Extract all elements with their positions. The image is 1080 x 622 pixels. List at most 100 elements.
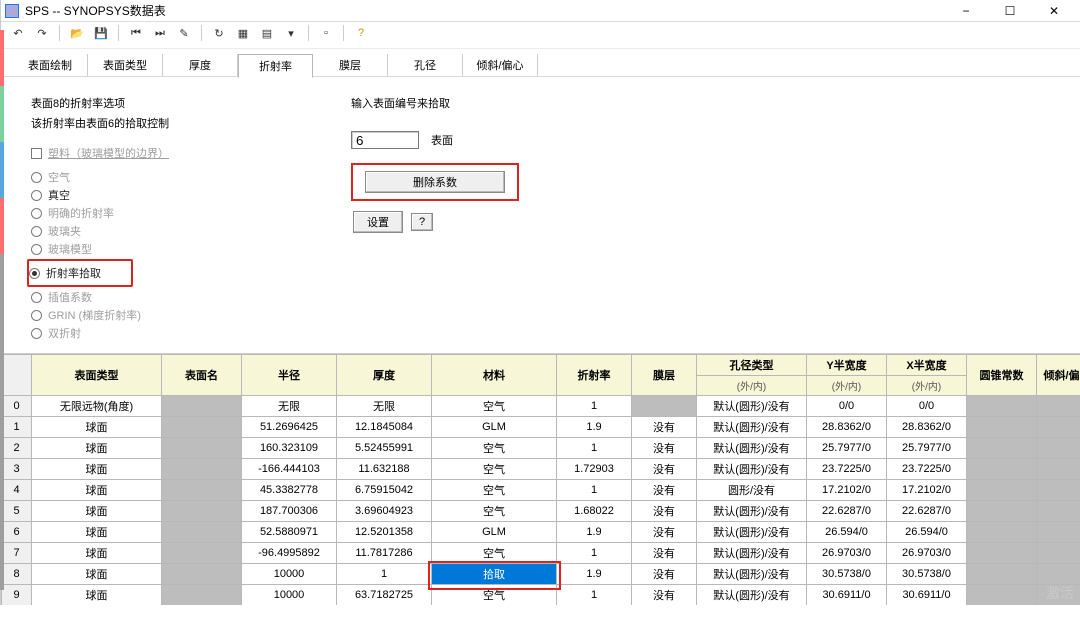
tab-thickness[interactable]: 厚度 <box>163 54 238 76</box>
radio-biref[interactable] <box>31 328 42 339</box>
cell-name[interactable] <box>162 522 242 543</box>
minimize-button[interactable]: − <box>944 1 988 21</box>
cell-index[interactable]: 1 <box>557 543 632 564</box>
cell-type[interactable]: 球面 <box>32 438 162 459</box>
cell-conic[interactable] <box>967 438 1037 459</box>
cell-mat[interactable]: 拾取 <box>432 564 557 585</box>
row-number[interactable]: 3 <box>2 459 32 480</box>
cell-aperture[interactable]: 默认(圆形)/没有 <box>697 501 807 522</box>
cell-type[interactable]: 球面 <box>32 417 162 438</box>
table-row[interactable]: 7球面-96.499589211.7817286空气1没有默认(圆形)/没有26… <box>2 543 1080 564</box>
cell-conic[interactable] <box>967 396 1037 417</box>
cell-radius[interactable]: 10000 <box>242 564 337 585</box>
cell-xhw[interactable]: 28.8362/0 <box>887 417 967 438</box>
cell-aperture[interactable]: 默认(圆形)/没有 <box>697 438 807 459</box>
cell-name[interactable] <box>162 564 242 585</box>
row-number[interactable]: 4 <box>2 480 32 501</box>
cell-name[interactable] <box>162 459 242 480</box>
cell-coat[interactable]: 没有 <box>632 585 697 606</box>
cell-thick[interactable]: 12.5201358 <box>337 522 432 543</box>
cell-radius[interactable]: 52.5880971 <box>242 522 337 543</box>
cell-aperture[interactable]: 默认(圆形)/没有 <box>697 396 807 417</box>
cell-tilt[interactable] <box>1037 459 1080 480</box>
radio-explicit[interactable] <box>31 208 42 219</box>
cell-type[interactable]: 球面 <box>32 564 162 585</box>
cell-name[interactable] <box>162 543 242 564</box>
help-icon[interactable]: ? <box>352 24 370 42</box>
cell-aperture[interactable]: 默认(圆形)/没有 <box>697 417 807 438</box>
cell-mat[interactable]: 空气 <box>432 459 557 480</box>
table-row[interactable]: 4球面45.33827786.75915042空气1没有圆形/没有17.2102… <box>2 480 1080 501</box>
grid-icon[interactable]: ▦ <box>234 24 252 42</box>
cell-thick[interactable]: 12.1845084 <box>337 417 432 438</box>
cell-tilt[interactable] <box>1037 522 1080 543</box>
cell-aperture[interactable]: 默认(圆形)/没有 <box>697 459 807 480</box>
cell-index[interactable]: 1.9 <box>557 522 632 543</box>
table-row[interactable]: 8球面100001拾取1.9没有默认(圆形)/没有30.5738/030.573… <box>2 564 1080 585</box>
cell-mat[interactable]: GLM <box>432 522 557 543</box>
cell-type[interactable]: 球面 <box>32 459 162 480</box>
col-mat[interactable]: 材料 <box>432 355 557 396</box>
table-row[interactable]: 5球面187.7003063.69604923空气1.68022没有默认(圆形)… <box>2 501 1080 522</box>
cell-thick[interactable]: 11.7817286 <box>337 543 432 564</box>
cell-coat[interactable]: 没有 <box>632 564 697 585</box>
cell-xhw[interactable]: 30.6911/0 <box>887 585 967 606</box>
cell-index[interactable]: 1.72903 <box>557 459 632 480</box>
cell-yhw[interactable]: 25.7977/0 <box>807 438 887 459</box>
cell-xhw[interactable]: 26.594/0 <box>887 522 967 543</box>
cell-coat[interactable]: 没有 <box>632 501 697 522</box>
cell-tilt[interactable] <box>1037 480 1080 501</box>
cell-type[interactable]: 球面 <box>32 501 162 522</box>
cell-aperture[interactable]: 默认(圆形)/没有 <box>697 564 807 585</box>
col-tilt[interactable]: 倾斜/偏 <box>1037 355 1080 396</box>
new-icon[interactable]: ▫ <box>317 24 335 42</box>
cell-radius[interactable]: 无限 <box>242 396 337 417</box>
radio-grin[interactable] <box>31 310 42 321</box>
cell-mat[interactable]: 空气 <box>432 543 557 564</box>
cell-xhw[interactable]: 26.9703/0 <box>887 543 967 564</box>
radio-interp[interactable] <box>31 292 42 303</box>
cell-index[interactable]: 1.9 <box>557 417 632 438</box>
cell-xhw[interactable]: 0/0 <box>887 396 967 417</box>
col-index[interactable]: 折射率 <box>557 355 632 396</box>
refresh-icon[interactable]: ↻ <box>210 24 228 42</box>
cell-thick[interactable]: 11.632188 <box>337 459 432 480</box>
cell-name[interactable] <box>162 396 242 417</box>
cell-conic[interactable] <box>967 480 1037 501</box>
cell-index[interactable]: 1.9 <box>557 564 632 585</box>
cell-radius[interactable]: -96.4995892 <box>242 543 337 564</box>
cell-thick[interactable]: 63.7182725 <box>337 585 432 606</box>
cell-coat[interactable]: 没有 <box>632 480 697 501</box>
row-number[interactable]: 1 <box>2 417 32 438</box>
cell-name[interactable] <box>162 438 242 459</box>
cell-xhw[interactable]: 22.6287/0 <box>887 501 967 522</box>
row-number[interactable]: 7 <box>2 543 32 564</box>
cell-coat[interactable] <box>632 396 697 417</box>
cell-coat[interactable]: 没有 <box>632 543 697 564</box>
cell-mat[interactable]: 空气 <box>432 438 557 459</box>
caret-down-icon[interactable]: ▾ <box>282 24 300 42</box>
table-row[interactable]: 6球面52.588097112.5201358GLM1.9没有默认(圆形)/没有… <box>2 522 1080 543</box>
surface-number-input[interactable] <box>351 131 419 149</box>
cell-conic[interactable] <box>967 417 1037 438</box>
cell-type[interactable]: 球面 <box>32 522 162 543</box>
cell-name[interactable] <box>162 501 242 522</box>
col-coat[interactable]: 膜层 <box>632 355 697 396</box>
cell-conic[interactable] <box>967 522 1037 543</box>
cell-coat[interactable]: 没有 <box>632 522 697 543</box>
col-name[interactable]: 表面名 <box>162 355 242 396</box>
first-icon[interactable]: ⏮ <box>127 24 145 42</box>
radio-vacuum[interactable] <box>31 190 42 201</box>
help-button[interactable]: ? <box>411 213 433 231</box>
cell-aperture[interactable]: 圆形/没有 <box>697 480 807 501</box>
cell-coat[interactable]: 没有 <box>632 438 697 459</box>
cell-tilt[interactable] <box>1037 564 1080 585</box>
cell-type[interactable]: 球面 <box>32 543 162 564</box>
cell-thick[interactable]: 无限 <box>337 396 432 417</box>
cell-conic[interactable] <box>967 459 1037 480</box>
row-number[interactable]: 9 <box>2 585 32 606</box>
cell-tilt[interactable] <box>1037 438 1080 459</box>
cell-radius[interactable]: -166.444103 <box>242 459 337 480</box>
col-yhw[interactable]: Y半宽度 <box>807 355 887 376</box>
table-row[interactable]: 2球面160.3231095.52455991空气1没有默认(圆形)/没有25.… <box>2 438 1080 459</box>
